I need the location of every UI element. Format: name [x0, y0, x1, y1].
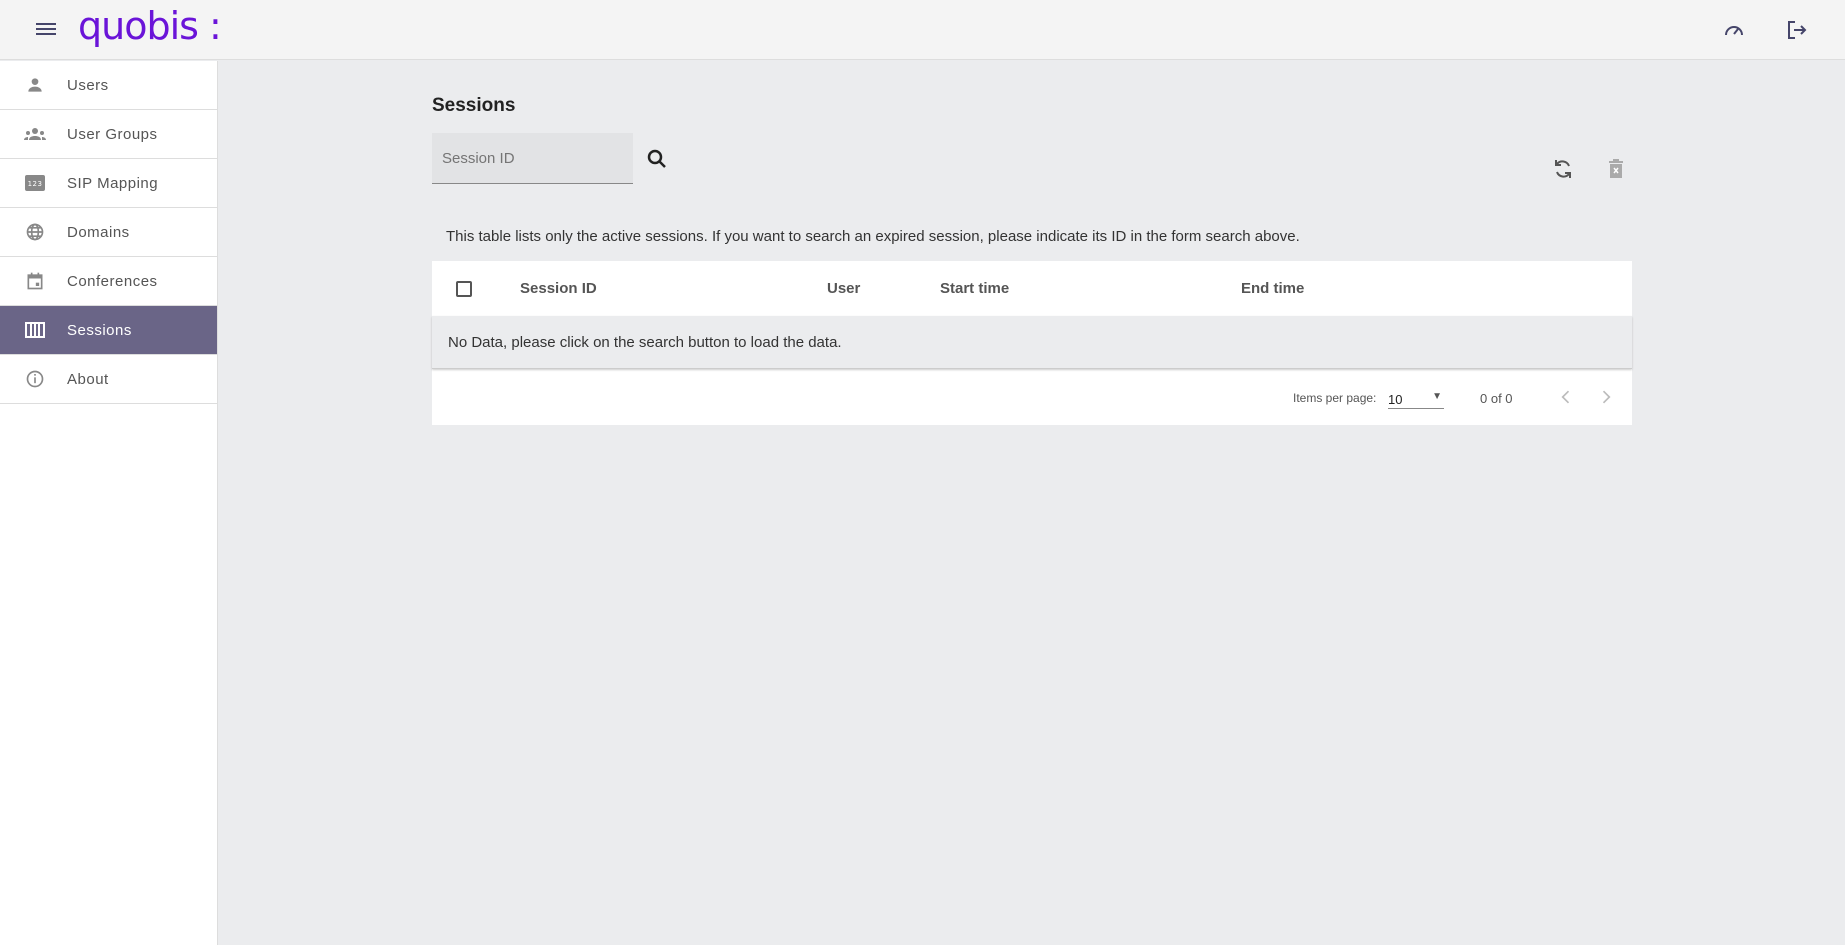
- view-week-icon: [23, 318, 47, 342]
- page-size-select[interactable]: 10 ▼: [1388, 389, 1444, 409]
- next-page-icon[interactable]: [1596, 387, 1616, 407]
- logout-icon[interactable]: [1785, 18, 1809, 42]
- sidebar-item-label: Domains: [67, 223, 130, 241]
- sidebar-item-label: About: [67, 370, 109, 388]
- refresh-icon[interactable]: [1551, 157, 1575, 181]
- sidebar-item-label: Users: [67, 76, 109, 94]
- sessions-table: Session ID User Start time End time No D…: [432, 261, 1632, 425]
- sidebar-item-label: Sessions: [67, 321, 132, 339]
- dashboard-icon[interactable]: [1722, 18, 1746, 42]
- calendar-icon: [23, 269, 47, 293]
- sidebar-item-conferences[interactable]: Conferences: [0, 257, 217, 306]
- paginator: Items per page: 10 ▼ 0 of 0: [432, 369, 1632, 425]
- sidebar-item-about[interactable]: About: [0, 355, 217, 404]
- session-id-input[interactable]: [442, 150, 623, 167]
- page-title: Sessions: [432, 95, 516, 116]
- column-session-id[interactable]: Session ID: [520, 280, 597, 297]
- sidebar: Users User Groups 123 SIP Mapping Domains…: [0, 61, 218, 945]
- dropdown-arrow-icon: ▼: [1432, 391, 1442, 402]
- column-user[interactable]: User: [827, 280, 860, 297]
- sidebar-item-domains[interactable]: Domains: [0, 208, 217, 257]
- sidebar-item-label: User Groups: [67, 125, 158, 143]
- sidebar-item-label: SIP Mapping: [67, 174, 159, 192]
- sidebar-item-label: Conferences: [67, 272, 158, 290]
- search-icon[interactable]: [645, 147, 669, 171]
- menu-icon[interactable]: [36, 20, 56, 36]
- groups-icon: [23, 122, 47, 146]
- session-id-field[interactable]: [432, 133, 633, 184]
- sidebar-item-user-groups[interactable]: User Groups: [0, 110, 217, 159]
- delete-all-icon[interactable]: [1604, 157, 1628, 181]
- sidebar-item-sessions[interactable]: Sessions: [0, 306, 217, 355]
- select-all-checkbox[interactable]: [456, 281, 472, 297]
- page-size-value: 10: [1388, 392, 1403, 407]
- table-description: This table lists only the active session…: [446, 228, 1300, 245]
- column-start-time[interactable]: Start time: [940, 280, 1009, 297]
- table-header: Session ID User Start time End time: [432, 261, 1632, 316]
- globe-icon: [23, 220, 47, 244]
- top-bar: quobis :: [0, 0, 1845, 60]
- column-end-time[interactable]: End time: [1241, 280, 1304, 297]
- sidebar-item-users[interactable]: Users: [0, 61, 217, 110]
- person-icon: [23, 73, 47, 97]
- items-per-page-label: Items per page:: [1293, 391, 1377, 405]
- previous-page-icon[interactable]: [1556, 387, 1576, 407]
- page-range: 0 of 0: [1480, 391, 1513, 406]
- pin-123-icon: 123: [23, 171, 47, 195]
- logo: quobis :: [78, 4, 222, 48]
- info-icon: [23, 367, 47, 391]
- svg-text:123: 123: [28, 180, 43, 188]
- no-data-row: No Data, please click on the search butt…: [432, 316, 1632, 369]
- sidebar-item-sip-mapping[interactable]: 123 SIP Mapping: [0, 159, 217, 208]
